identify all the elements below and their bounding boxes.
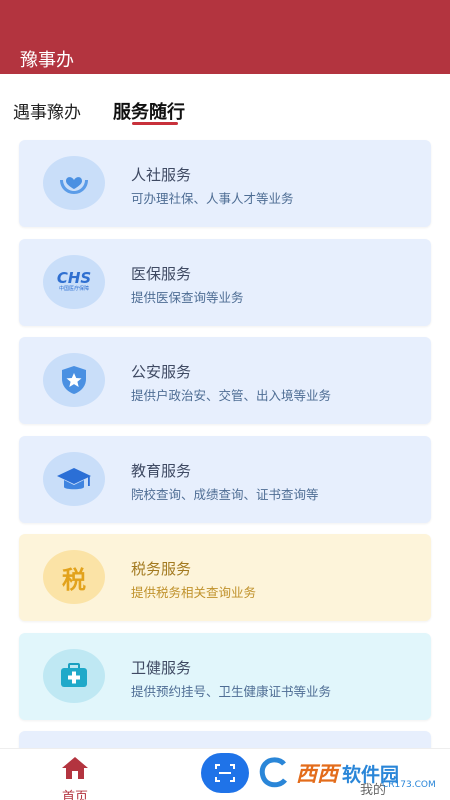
watermark-sub: CR173.COM bbox=[382, 780, 436, 790]
tab-home-label: 首页 bbox=[61, 790, 88, 800]
app-header: 豫事办 bbox=[0, 0, 450, 74]
chs-medical-insurance-logo: CHS 中国医疗保障 bbox=[43, 254, 105, 309]
tab-home[interactable]: 首页 bbox=[50, 755, 100, 800]
service-desc: 提供税务相关查询业务 bbox=[131, 585, 257, 600]
watermark-logo: 西西 软件园 CR173.COM bbox=[256, 752, 436, 794]
service-card-shuiwu[interactable]: 税 税务服务 提供税务相关查询业务 bbox=[19, 534, 431, 621]
medical-kit-icon bbox=[43, 648, 105, 703]
service-desc: 提供户政治安、交管、出入境等业务 bbox=[131, 388, 332, 403]
tab-fuwu-suixing[interactable]: 服务随行 bbox=[113, 98, 185, 124]
service-desc: 院校查询、成绩查询、证书查询等 bbox=[131, 486, 319, 502]
scan-button[interactable] bbox=[201, 753, 249, 793]
service-title: 医保服务 bbox=[131, 264, 192, 283]
hands-heart-icon bbox=[43, 156, 105, 210]
service-desc: 提供医保查询等业务 bbox=[131, 289, 244, 305]
tab-bar-top: 遇事豫办 服务随行 bbox=[0, 74, 450, 130]
service-title: 税务服务 bbox=[131, 560, 192, 578]
watermark-text-1: 西西 bbox=[296, 762, 338, 786]
service-desc: 可办理社保、人事人才等业务 bbox=[131, 191, 294, 206]
watermark-c-icon bbox=[259, 757, 287, 788]
service-title: 人社服务 bbox=[131, 166, 192, 184]
service-desc: 提供预约挂号、卫生健康证书等业务 bbox=[131, 683, 332, 699]
scan-icon bbox=[215, 764, 235, 782]
tab-yushi-yuban[interactable]: 遇事豫办 bbox=[13, 98, 81, 123]
service-card-yibao[interactable]: CHS 中国医疗保障 医保服务 提供医保查询等业务 bbox=[19, 238, 431, 326]
app-title: 豫事办 bbox=[20, 50, 74, 71]
tax-character-icon: 税 bbox=[43, 550, 105, 604]
active-tab-indicator bbox=[132, 122, 178, 125]
service-title: 公安服务 bbox=[131, 363, 192, 381]
service-card-renshe[interactable]: 人社服务 可办理社保、人事人才等业务 bbox=[19, 140, 431, 227]
home-icon bbox=[62, 757, 88, 779]
police-shield-star-icon bbox=[43, 353, 105, 407]
service-card-gongan[interactable]: 公安服务 提供户政治安、交管、出入境等业务 bbox=[19, 337, 431, 424]
service-card-jiaoyu[interactable]: 教育服务 院校查询、成绩查询、证书查询等 bbox=[19, 435, 431, 523]
service-title: 卫健服务 bbox=[131, 658, 192, 677]
service-card-weijian[interactable]: 卫健服务 提供预约挂号、卫生健康证书等业务 bbox=[19, 632, 431, 720]
service-list: 人社服务 可办理社保、人事人才等业务 CHS 中国医疗保障 医保服务 提供医保查… bbox=[19, 140, 431, 773]
graduation-cap-icon bbox=[43, 451, 105, 506]
service-title: 教育服务 bbox=[131, 461, 192, 480]
